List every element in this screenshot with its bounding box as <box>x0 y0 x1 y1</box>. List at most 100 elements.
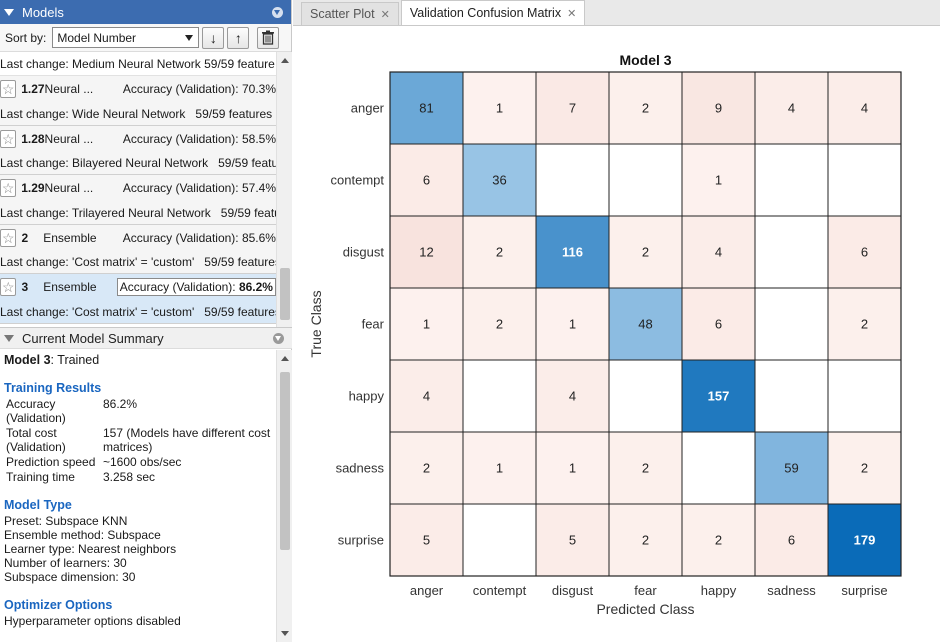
panel-menu-icon[interactable] <box>272 6 283 18</box>
model-type: Ensemble <box>43 280 97 294</box>
result-value: 157 (Models have different cost matrices… <box>103 426 271 454</box>
model-accuracy: Accuracy (Validation): 86.2% <box>116 278 276 296</box>
model-type-heading: Model Type <box>4 498 72 512</box>
model-number: 1.28 <box>21 131 45 146</box>
summary-scrollbar[interactable] <box>276 350 292 642</box>
collapse-triangle-icon[interactable] <box>4 334 14 342</box>
sort-dropdown[interactable]: Model Number <box>52 27 200 48</box>
models-list: Last change: Medium Neural Network 59/59… <box>0 52 276 324</box>
matrix-cell <box>462 503 537 577</box>
model-type: Neural ... <box>44 131 94 146</box>
tab-label: Scatter Plot <box>310 7 375 21</box>
cell-value: 4 <box>861 101 868 116</box>
panel-menu-icon[interactable] <box>273 332 284 344</box>
model-type-line: Learner type: Nearest neighbors <box>4 542 177 556</box>
scrollbar-thumb[interactable] <box>280 268 290 320</box>
close-icon[interactable]: ✕ <box>567 7 576 20</box>
result-row: Total cost (Validation) 157 (Models have … <box>4 426 276 454</box>
result-value: 86.2% <box>103 397 138 411</box>
matrix-cell <box>608 359 683 433</box>
model-item[interactable]: ☆ 3 Ensemble Accuracy (Validation): 86.2… <box>0 274 276 324</box>
matrix-cell <box>535 143 610 217</box>
model-change-text: Last change: Trilayered Neural Network <box>0 205 211 220</box>
result-row: Training time 3.258 sec <box>4 470 276 484</box>
summary-panel-header[interactable]: Current Model Summary <box>0 327 292 349</box>
star-icon[interactable]: ☆ <box>0 228 17 247</box>
delete-model-button[interactable] <box>257 26 280 49</box>
cell-value: 2 <box>642 461 649 476</box>
matrix-cell <box>754 287 829 361</box>
arrow-down-icon: ↓ <box>209 29 217 46</box>
y-tick-label: contempt <box>331 173 385 188</box>
y-axis-label: True Class <box>308 290 324 357</box>
scroll-up-icon[interactable] <box>281 58 289 63</box>
cell-value: 59 <box>784 461 798 476</box>
x-tick-label: fear <box>634 583 657 598</box>
matrix-cell <box>681 431 756 505</box>
star-icon[interactable]: ☆ <box>0 278 17 296</box>
cell-value: 2 <box>496 245 503 260</box>
model-item[interactable]: ☆ 1.29 Neural ... Accuracy (Validation):… <box>0 175 276 225</box>
y-tick-label: happy <box>349 389 385 404</box>
cell-value: 5 <box>423 533 430 548</box>
cell-value: 2 <box>861 461 868 476</box>
model-number: 3 <box>21 280 29 294</box>
chevron-down-icon <box>185 35 194 41</box>
sort-ascending-button[interactable]: ↑ <box>227 26 250 49</box>
models-list-area: Last change: Medium Neural Network 59/59… <box>0 52 292 327</box>
tab-validation-confusion-matrix[interactable]: Validation Confusion Matrix ✕ <box>400 0 586 25</box>
cell-value: 1 <box>569 317 576 332</box>
result-key: Total cost (Validation) <box>6 426 66 454</box>
star-icon[interactable]: ☆ <box>0 129 17 148</box>
matrix-cell <box>827 143 902 217</box>
matrix-cell <box>827 359 902 433</box>
confusion-matrix-chart: 81 1 7 2 9 4 46 36 112 2 116 2 4 61 2 1 48 6 24 4 1572 1 1 2 59 2… <box>308 52 902 617</box>
result-row: Prediction speed ~1600 obs/sec <box>4 455 276 469</box>
tab-scatter-plot[interactable]: Scatter Plot ✕ <box>301 2 399 25</box>
cell-value: 2 <box>861 317 868 332</box>
x-axis-label: Predicted Class <box>596 601 694 617</box>
tab-bar: Scatter Plot ✕ Validation Confusion Matr… <box>293 0 940 26</box>
matrix-cell <box>462 359 537 433</box>
x-tick-label: disgust <box>552 583 594 598</box>
result-key: Accuracy (Validation) <box>6 397 66 425</box>
model-features: 59/59 features <box>195 106 273 121</box>
trash-icon <box>262 30 275 45</box>
chart-title: Model 3 <box>619 52 671 68</box>
scroll-up-icon[interactable] <box>281 356 289 361</box>
model-type: Ensemble <box>43 230 97 245</box>
summary-model-title: Model 3: Trained <box>4 353 276 367</box>
model-features: 59/59 features <box>204 304 276 319</box>
scrollbar-thumb[interactable] <box>280 372 290 550</box>
cell-value: 6 <box>861 245 868 260</box>
summary-model-name: Model 3 <box>4 353 51 367</box>
star-icon[interactable]: ☆ <box>0 179 17 197</box>
result-value: ~1600 obs/sec <box>103 455 182 469</box>
model-accuracy: Accuracy (Validation): 70.3% <box>122 82 276 96</box>
model-item[interactable]: ☆ 1.28 Neural ... Accuracy (Validation):… <box>0 125 276 175</box>
cell-value: 4 <box>788 101 795 116</box>
cell-value: 2 <box>642 101 649 116</box>
cell-value: 12 <box>419 245 433 260</box>
close-icon[interactable]: ✕ <box>381 8 390 21</box>
models-panel-header[interactable]: Models <box>0 0 291 24</box>
scroll-down-icon[interactable] <box>281 631 289 636</box>
summary-panel: Model 3: Trained Training Results Accura… <box>0 350 292 642</box>
cell-value: 9 <box>715 101 722 116</box>
cell-value: 116 <box>562 245 583 260</box>
result-row: Accuracy (Validation) 86.2% <box>4 397 276 425</box>
star-icon[interactable]: ☆ <box>0 80 17 98</box>
collapse-triangle-icon[interactable] <box>4 8 14 16</box>
model-item[interactable]: ☆ 1.27 Neural ... Accuracy (Validation):… <box>0 76 276 126</box>
sort-bar: Sort by: Model Number ↓ ↑ <box>0 24 291 52</box>
sort-descending-button[interactable]: ↓ <box>202 26 225 49</box>
cell-value: 2 <box>496 317 503 332</box>
model-item-partial[interactable]: Last change: Medium Neural Network 59/59… <box>0 52 276 76</box>
y-tick-label: fear <box>362 317 385 332</box>
optimizer-line: Hyperparameter options disabled <box>4 614 181 628</box>
models-scrollbar[interactable] <box>276 52 292 327</box>
model-type-line: Ensemble method: Subspace <box>4 528 161 542</box>
models-panel-title: Models <box>22 4 64 20</box>
cell-value: 6 <box>423 173 430 188</box>
model-item[interactable]: ☆ 2 Ensemble Accuracy (Validation): 85.6… <box>0 224 276 274</box>
